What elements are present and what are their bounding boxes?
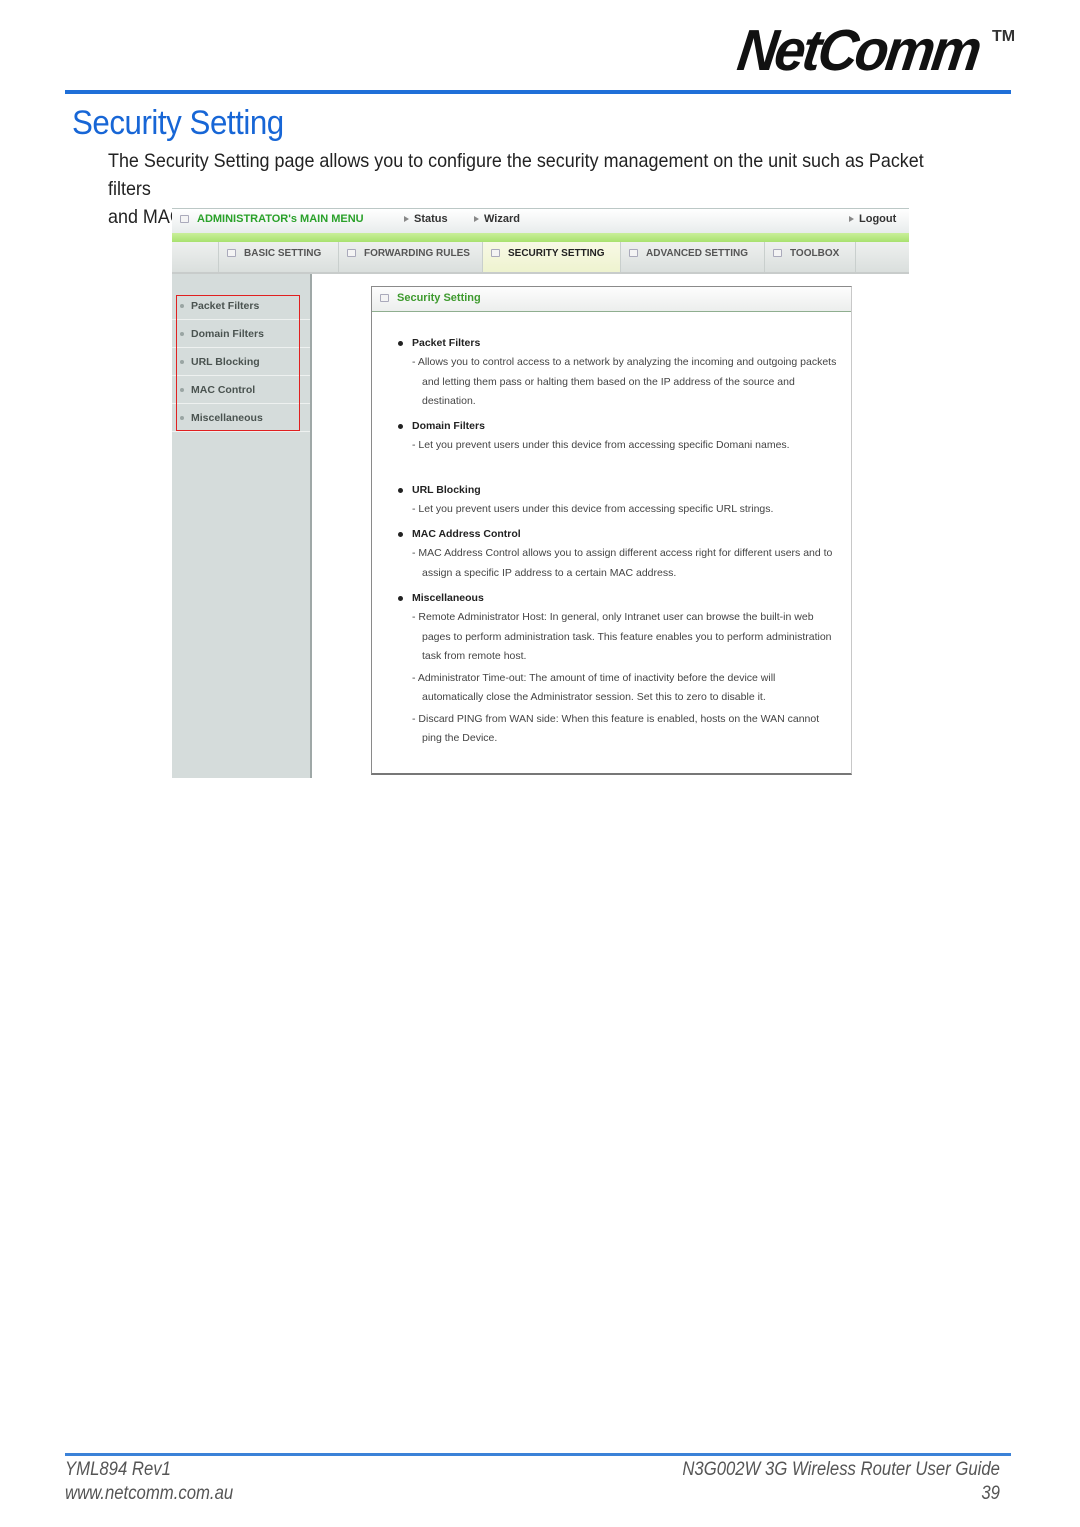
section-miscellaneous: Miscellaneous - Remote Administrator Hos… xyxy=(398,592,838,751)
security-sidebar: Packet Filters Domain Filters URL Blocki… xyxy=(172,274,312,778)
checkbox-square-icon xyxy=(380,294,389,303)
page-number: 39 xyxy=(981,1483,1000,1504)
section-title: Packet Filters xyxy=(398,337,838,349)
section-description: - MAC Address Control allows you to assi… xyxy=(398,544,838,583)
description-item: - Discard PING from WAN side: When this … xyxy=(412,712,820,745)
page-title: Security Setting xyxy=(72,104,284,142)
website-link[interactable]: www.netcomm.com.au xyxy=(65,1482,233,1506)
security-setting-panel: Security Setting Packet Filters - Allows… xyxy=(371,286,852,775)
tab-advanced-setting[interactable]: ADVANCED SETTING xyxy=(620,242,764,272)
intro-line-1: The Security Setting page allows you to … xyxy=(108,150,924,200)
header-divider xyxy=(65,90,1011,94)
checkbox-square-icon xyxy=(180,215,189,224)
netcomm-logo: NetComm TM xyxy=(734,18,1022,83)
section-title: MAC Address Control xyxy=(398,528,838,540)
footer-divider xyxy=(65,1453,1011,1456)
checkbox-square-icon xyxy=(227,249,236,258)
tab-forwarding-rules[interactable]: FORWARDING RULES xyxy=(338,242,482,272)
tab-label: BASIC SETTING xyxy=(244,248,322,259)
admin-topbar: ADMINISTRATOR's MAIN MENU Status Wizard … xyxy=(172,208,909,243)
arrow-right-icon xyxy=(849,216,854,223)
tab-security-setting[interactable]: SECURITY SETTING xyxy=(482,242,620,272)
description-item: - Remote Administrator Host: In general,… xyxy=(412,611,832,662)
section-description: - Allows you to control access to a netw… xyxy=(398,353,838,412)
description-item: - Let you prevent users under this devic… xyxy=(412,439,790,451)
checkbox-square-icon xyxy=(629,249,638,258)
tab-label: TOOLBOX xyxy=(790,248,840,259)
section-mac-address-control: MAC Address Control - MAC Address Contro… xyxy=(398,528,838,585)
section-title: URL Blocking xyxy=(398,484,838,496)
arrow-right-icon xyxy=(404,216,409,223)
status-label: Status xyxy=(414,213,448,225)
section-description: - Remote Administrator Host: In general,… xyxy=(398,608,838,749)
logout-link[interactable]: Logout xyxy=(849,213,896,225)
main-tabs: BASIC SETTING FORWARDING RULES SECURITY … xyxy=(172,242,909,274)
description-item: - MAC Address Control allows you to assi… xyxy=(412,547,833,579)
checkbox-square-icon xyxy=(491,249,500,258)
logo-text: NetComm xyxy=(733,18,983,83)
description-item: - Let you prevent users under this devic… xyxy=(412,503,774,515)
tab-label: SECURITY SETTING xyxy=(508,248,605,259)
section-packet-filters: Packet Filters - Allows you to control a… xyxy=(398,337,838,414)
section-domain-filters: Domain Filters - Let you prevent users u… xyxy=(398,420,838,458)
main-menu-label: ADMINISTRATOR's MAIN MENU xyxy=(197,213,364,225)
footer-right: N3G002W 3G Wireless Router User Guide 39 xyxy=(682,1458,1000,1506)
section-title: Domain Filters xyxy=(398,420,838,432)
trademark-symbol: TM xyxy=(992,28,1016,45)
panel-title: Security Setting xyxy=(397,292,481,304)
section-description: - Let you prevent users under this devic… xyxy=(398,436,838,456)
logout-label: Logout xyxy=(859,213,897,225)
description-item: - Allows you to control access to a netw… xyxy=(412,356,837,407)
wizard-label: Wizard xyxy=(484,213,520,225)
section-title: Miscellaneous xyxy=(398,592,838,604)
wizard-link[interactable]: Wizard xyxy=(474,213,520,225)
panel-header: Security Setting xyxy=(372,287,851,312)
checkbox-square-icon xyxy=(347,249,356,258)
section-description: - Let you prevent users under this devic… xyxy=(398,500,838,520)
highlight-box xyxy=(176,295,300,431)
checkbox-square-icon xyxy=(773,249,782,258)
tab-label: ADVANCED SETTING xyxy=(646,248,749,259)
arrow-right-icon xyxy=(474,216,479,223)
tab-toolbox[interactable]: TOOLBOX xyxy=(764,242,856,272)
router-admin-screenshot: ADMINISTRATOR's MAIN MENU Status Wizard … xyxy=(172,208,909,778)
document-id: YML894 Rev1 xyxy=(65,1459,171,1480)
section-url-blocking: URL Blocking - Let you prevent users und… xyxy=(398,484,838,522)
tab-basic-setting[interactable]: BASIC SETTING xyxy=(218,242,338,272)
main-menu-link[interactable]: ADMINISTRATOR's MAIN MENU xyxy=(180,213,364,225)
status-link[interactable]: Status xyxy=(404,213,448,225)
guide-title: N3G002W 3G Wireless Router User Guide xyxy=(682,1459,1000,1480)
description-item: - Administrator Time-out: The amount of … xyxy=(412,671,776,704)
tab-label: FORWARDING RULES xyxy=(364,248,470,259)
footer-left: YML894 Rev1 www.netcomm.com.au xyxy=(65,1458,233,1506)
